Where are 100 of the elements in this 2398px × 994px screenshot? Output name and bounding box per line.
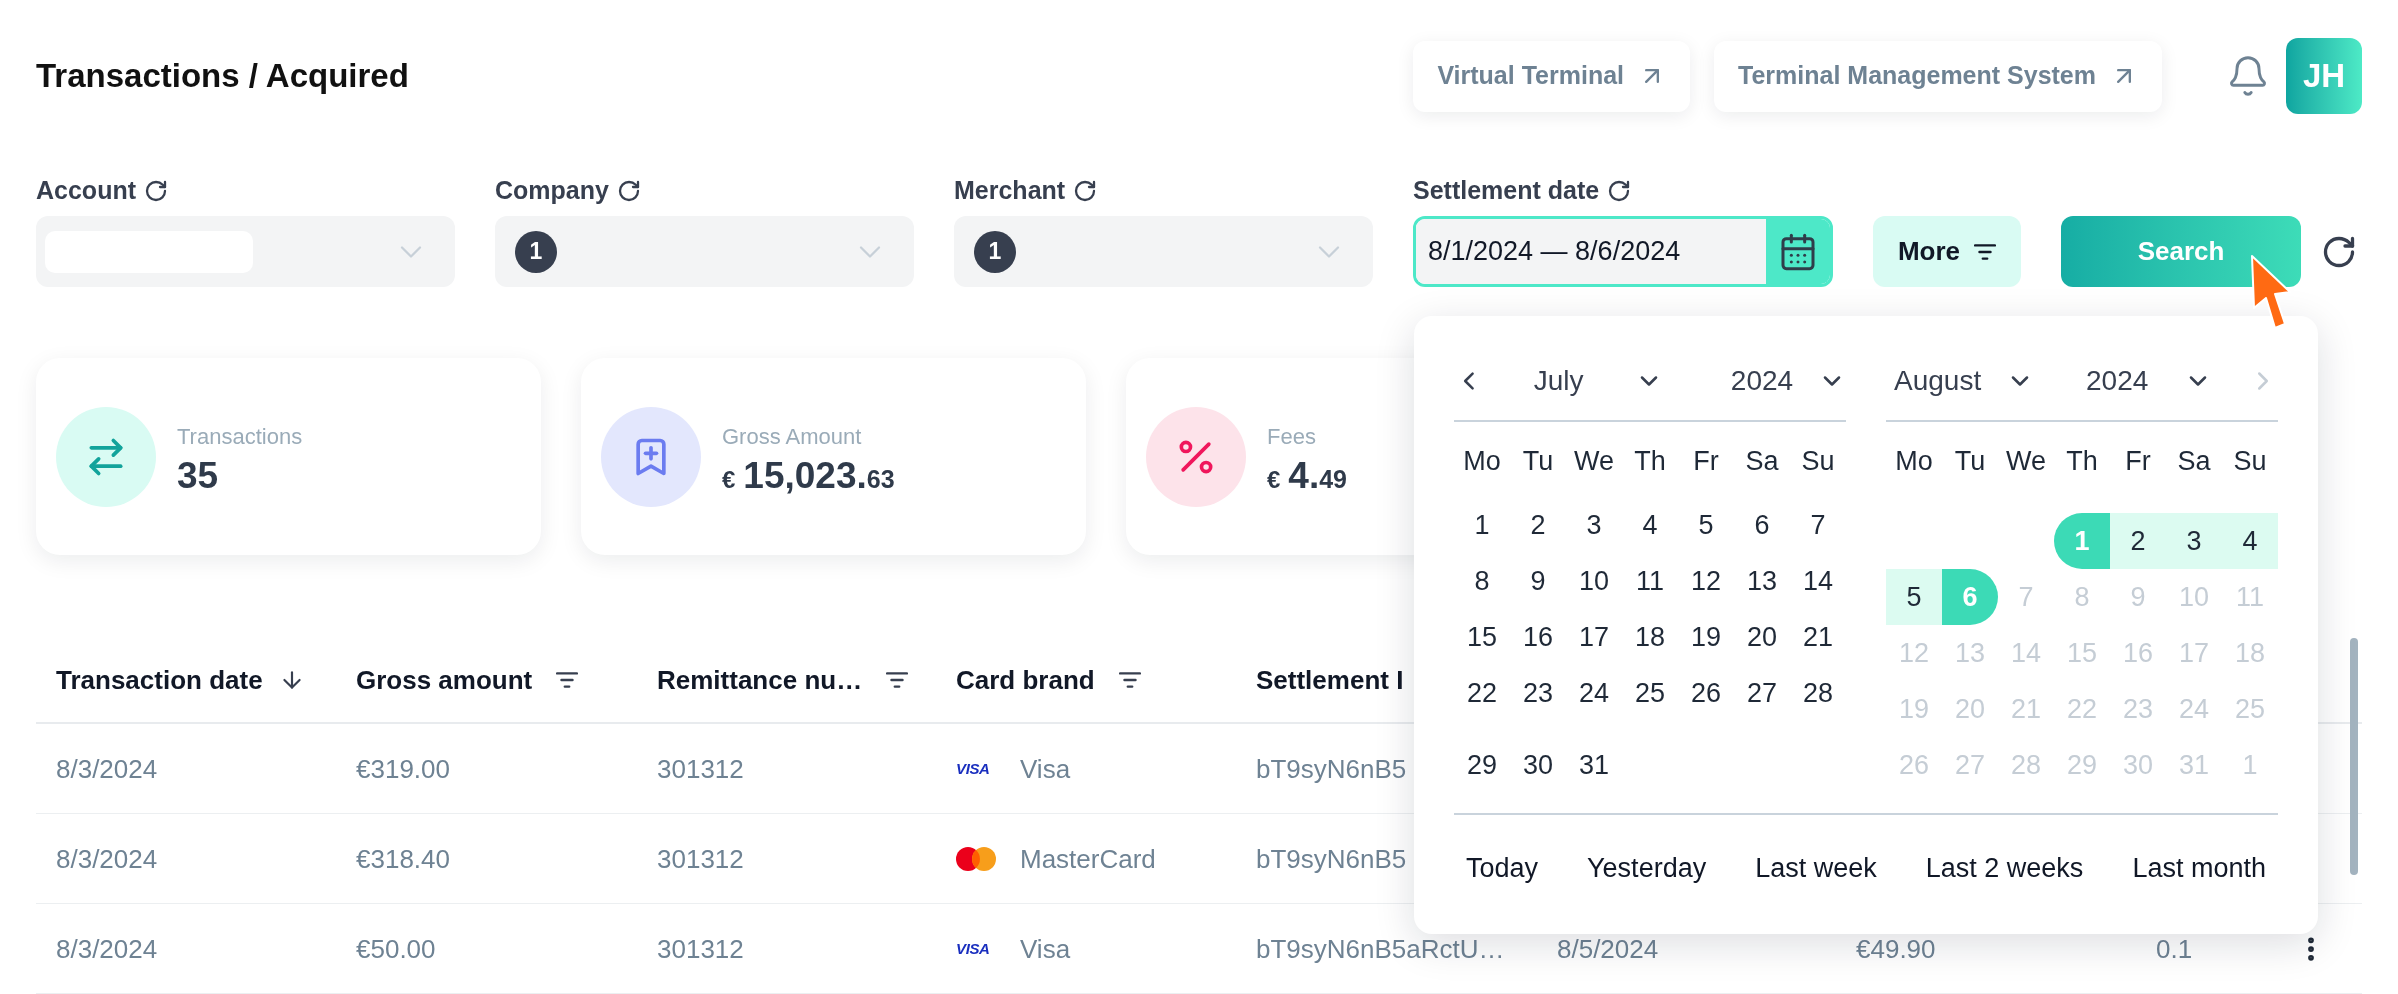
calendar-day[interactable]: 15 — [1454, 609, 1510, 665]
calendar-day[interactable]: 5 — [1678, 497, 1734, 553]
weekday-label: Tu — [1522, 444, 1554, 478]
calendar-day[interactable]: 1 — [1454, 497, 1510, 553]
page-title: Transactions / Acquired — [36, 56, 409, 97]
card-logo-icon — [956, 846, 996, 871]
calendar-day[interactable]: 4 — [1622, 497, 1678, 553]
calendar-day[interactable]: 19 — [1678, 609, 1734, 665]
filter-icon — [1974, 243, 1997, 260]
calendar-day[interactable]: 7 — [1790, 497, 1846, 553]
calendar-day[interactable]: 8 — [1454, 553, 1510, 609]
filter-label: Settlement date — [1413, 175, 1600, 207]
filter-label: Merchant — [954, 175, 1066, 207]
weekday-label: Tu — [1954, 444, 1986, 478]
filter-icon[interactable] — [1118, 672, 1141, 688]
scrollbar-thumb[interactable] — [2350, 638, 2358, 875]
calendar-day[interactable]: 28 — [1790, 665, 1846, 721]
weekday-label: Th — [1634, 444, 1666, 478]
table-cell: 8/3/2024 — [56, 935, 158, 962]
calendar-day[interactable]: 3 — [1566, 497, 1622, 553]
table-cell: €319.00 — [356, 755, 450, 782]
select-field[interactable] — [36, 216, 455, 287]
table-cell: MasterCard — [1020, 845, 1156, 872]
weekday-label: Mo — [1895, 444, 1933, 478]
calendar-day[interactable]: 13 — [1734, 553, 1790, 609]
table-cell: 301312 — [657, 845, 744, 872]
calendar-day[interactable]: 11 — [1622, 553, 1678, 609]
count-badge: 1 — [974, 230, 1016, 273]
calendar-day[interactable]: 4 — [2222, 513, 2278, 569]
filter-label: Account — [36, 175, 136, 207]
table-cell: €49.90 — [1856, 935, 1936, 962]
table-cell: bT9syN6nB5 — [1256, 755, 1407, 782]
weekday-label: Fr — [2125, 444, 2151, 478]
weekday-label: Sa — [2177, 444, 2211, 478]
calendar-day[interactable]: 5 — [1886, 569, 1942, 625]
month-dropdown[interactable]: August — [1894, 360, 2034, 402]
stat-value: € 4.49 — [1267, 456, 1348, 494]
calendar-day[interactable]: 10 — [1566, 553, 1622, 609]
more-filters-button[interactable]: More — [1873, 216, 2021, 287]
calendar-day[interactable]: 22 — [1454, 665, 1510, 721]
calendar-day[interactable]: 2 — [2110, 513, 2166, 569]
column-header[interactable]: Transaction date — [56, 660, 356, 700]
weekday-label: Fr — [1693, 444, 1719, 478]
stat-label: Transactions — [177, 422, 303, 451]
weekday-label: We — [1574, 444, 1614, 478]
refresh-icon[interactable] — [1073, 179, 1098, 203]
calendar-day[interactable]: 14 — [1790, 553, 1846, 609]
filter-icon[interactable] — [886, 672, 909, 688]
calendar-day[interactable]: 18 — [1622, 609, 1678, 665]
weekday-label: Su — [2233, 444, 2267, 478]
stat-value: 35 — [177, 456, 220, 494]
column-header[interactable]: Remittance nu… — [657, 660, 956, 700]
date-preset-button[interactable]: Yesterday — [1587, 847, 1707, 889]
calendar-day[interactable]: 17 — [1566, 609, 1622, 665]
count-badge: 1 — [515, 230, 557, 273]
month-dropdown[interactable]: July — [1487, 360, 1663, 402]
column-header[interactable]: Card brand — [956, 660, 1256, 700]
calendar-day[interactable]: 31 — [1566, 737, 1622, 793]
filter-icon[interactable] — [556, 672, 579, 688]
filter-label: Company — [495, 175, 609, 207]
external-link[interactable]: Terminal Management System — [1714, 40, 2162, 112]
refresh-icon[interactable] — [616, 179, 641, 203]
calendar-day[interactable]: 2 — [1510, 497, 1566, 553]
stat-label: Fees — [1267, 422, 1317, 451]
calendar-day[interactable]: 25 — [1622, 665, 1678, 721]
select-field[interactable]: 1 — [495, 216, 914, 287]
stat-value: € 15,023.63 — [722, 456, 895, 494]
calendar-day[interactable]: 30 — [1510, 737, 1566, 793]
calendar-button[interactable] — [1766, 219, 1830, 284]
calendar-day[interactable]: 21 — [1790, 609, 1846, 665]
calendar-day[interactable]: 26 — [1678, 665, 1734, 721]
calendar-day[interactable]: 16 — [1510, 609, 1566, 665]
calendar-day[interactable]: 12 — [1678, 553, 1734, 609]
refresh-icon[interactable] — [144, 179, 168, 203]
refresh-icon[interactable] — [1607, 179, 1632, 203]
column-header[interactable]: Gross amount — [356, 660, 657, 700]
year-dropdown[interactable]: 2024 — [2062, 360, 2212, 402]
calendar-day[interactable]: 29 — [1454, 737, 1510, 793]
weekday-label: We — [2006, 444, 2046, 478]
date-preset-button[interactable]: Today — [1466, 847, 1539, 889]
table-cell: 301312 — [657, 935, 744, 962]
table-cell: 8/5/2024 — [1557, 935, 1659, 962]
calendar-day[interactable]: 6 — [1734, 497, 1790, 553]
weekday-label: Sa — [1745, 444, 1779, 478]
visa-logo: VISA — [956, 941, 990, 956]
calendar-day[interactable]: 9 — [1510, 553, 1566, 609]
calendar-day[interactable]: 3 — [2166, 513, 2222, 569]
calendar-day[interactable]: 24 — [1566, 665, 1622, 721]
date-range-field[interactable]: 8/1/2024 — 8/6/2024 — [1413, 216, 1833, 287]
external-link[interactable]: Virtual Terminal — [1413, 40, 1690, 112]
table-cell: 0.1 — [2156, 935, 2193, 962]
calendar-day[interactable]: 27 — [1734, 665, 1790, 721]
calendar-day[interactable]: 20 — [1734, 609, 1790, 665]
year-dropdown[interactable]: 2024 — [1696, 360, 1846, 402]
date-preset-button[interactable]: Last week — [1755, 847, 1877, 889]
date-preset-button[interactable]: Last 2 weeks — [1925, 847, 2084, 889]
calendar-day[interactable]: 23 — [1510, 665, 1566, 721]
table-cell: bT9syN6nB5aRctU… — [1256, 935, 1505, 962]
date-preset-button[interactable]: Last month — [2132, 847, 2266, 889]
select-field[interactable]: 1 — [954, 216, 1373, 287]
